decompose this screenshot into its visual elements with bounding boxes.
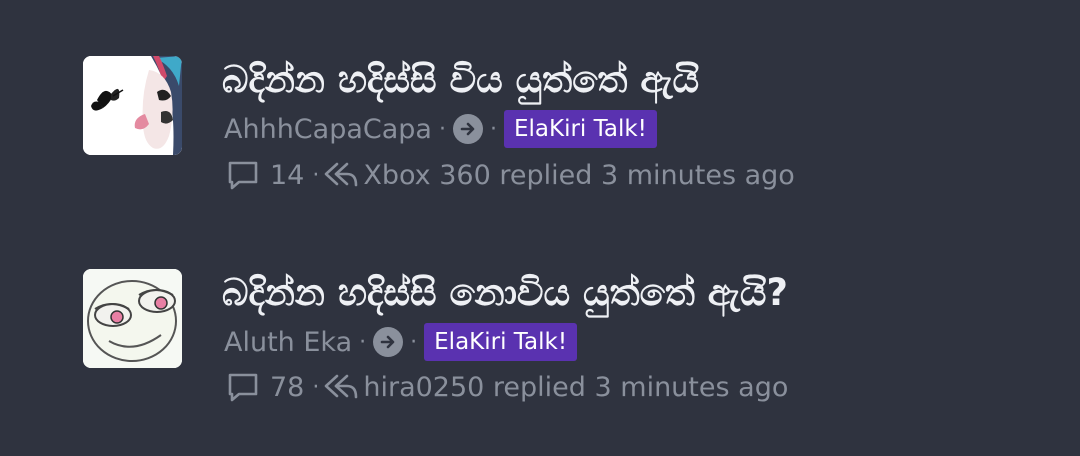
forum-badge[interactable]: ElaKiri Talk!	[503, 110, 657, 148]
reply-all-icon	[325, 162, 358, 187]
thread-title[interactable]: බදින්න හදිස්සි නොවිය යුත්තේ ඇයි?	[222, 271, 788, 315]
separator: ·	[438, 116, 446, 142]
thread-meta: Aluth Eka · · ElaKiri Talk!	[224, 320, 578, 364]
comment-icon	[228, 373, 258, 402]
separator: ·	[359, 329, 367, 355]
reply-all-icon	[325, 374, 358, 399]
thread-title[interactable]: බදින්න හදිස්සි විය යුත්තේ ඇයි	[222, 58, 699, 102]
separator: ·	[410, 329, 418, 355]
arrow-right-icon[interactable]	[373, 327, 404, 357]
thread-item[interactable]: බදින්න හදිස්සි විය යුත්තේ ඇයි AhhhCapaCa…	[0, 0, 1080, 200]
separator: ·	[489, 116, 497, 142]
reply-count: 78	[270, 371, 305, 403]
arrow-right-icon[interactable]	[452, 114, 483, 144]
author-name[interactable]: Aluth Eka	[224, 327, 352, 358]
last-reply-info[interactable]: hira0250 replied 3 minutes ago	[363, 372, 788, 403]
forum-badge[interactable]: ElaKiri Talk!	[424, 323, 578, 361]
thread-meta: AhhhCapaCapa · · ElaKiri Talk!	[224, 107, 657, 151]
separator: ·	[312, 374, 320, 400]
reply-count: 14	[270, 159, 305, 191]
separator: ·	[312, 162, 320, 188]
thread-stats: 78 · hira0250 replied 3 minutes ago	[226, 365, 788, 409]
anime-girl-butterfly-icon	[83, 56, 182, 155]
comment-icon	[228, 161, 258, 190]
thread-item[interactable]: බදින්න හදිස්සි නොවිය යුත්තේ ඇයි? Aluth E…	[0, 212, 1080, 412]
thread-stats: 14 · Xbox 360 replied 3 minutes ago	[226, 153, 795, 197]
troll-face-icon	[83, 269, 182, 368]
author-name[interactable]: AhhhCapaCapa	[224, 114, 432, 145]
avatar[interactable]	[83, 269, 182, 368]
last-reply-info[interactable]: Xbox 360 replied 3 minutes ago	[363, 160, 794, 191]
avatar[interactable]	[83, 56, 182, 155]
